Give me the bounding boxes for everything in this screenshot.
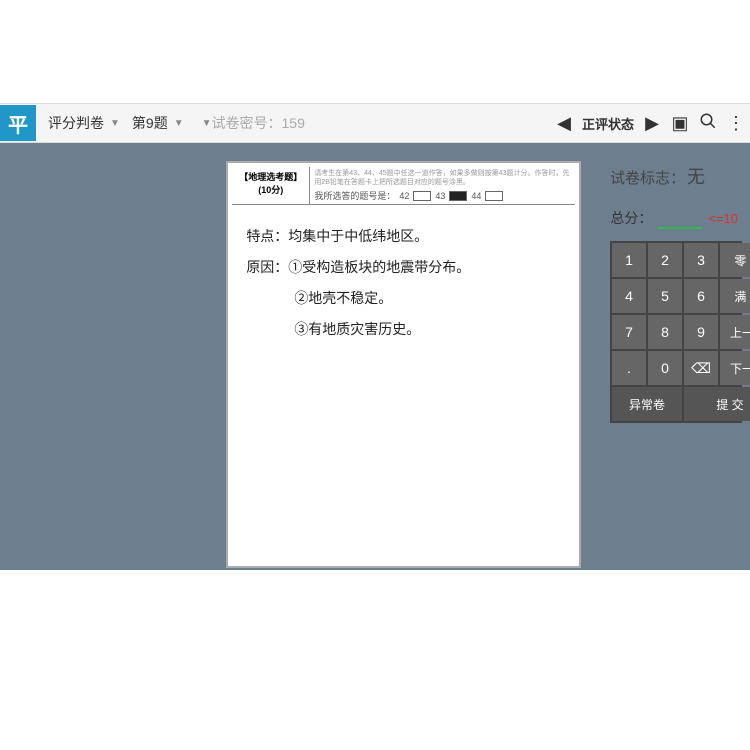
question-instructions: 请考生在第43、44、45题中任选一道作答，如果多做则按第43题计分。作答时，先… (314, 169, 571, 187)
bottom-whitespace (0, 570, 750, 750)
app-logo: 平 (0, 105, 36, 141)
key-backspace[interactable]: ⌫ (684, 351, 718, 385)
question-menu[interactable]: 第9题 ▼ (126, 113, 190, 133)
mark-value: 无 (687, 163, 705, 189)
key-5[interactable]: 5 (648, 279, 682, 313)
export-icon[interactable]: ▣ (666, 113, 694, 134)
key-3[interactable]: 3 (684, 243, 718, 277)
key-next[interactable]: 下一题 (720, 351, 750, 385)
work-area: 【地理选考题】 (10分) 请考生在第43、44、45题中任选一道作答，如果多做… (0, 143, 750, 570)
hw-line-2: 原因：①受构造板块的地震带分布。 (246, 254, 565, 285)
key-zero-score[interactable]: 零 分 (720, 243, 750, 277)
chevron-down-icon: ▼ (110, 118, 120, 129)
key-9[interactable]: 9 (684, 315, 718, 349)
score-input[interactable] (658, 207, 702, 229)
scoring-panel: 试卷标志： 无 总分： <=10 1 2 3 零 分 4 5 6 满 分 7 8… (596, 143, 750, 570)
chevron-down-icon: ▼ (202, 118, 212, 129)
key-2[interactable]: 2 (648, 243, 682, 277)
key-6[interactable]: 6 (684, 279, 718, 313)
toolbar: 平 评分判卷 ▼ 第9题 ▼ ▼ 试卷密号：159 ◀ 正评状态 ▶ ▣ ⋮ (0, 103, 750, 143)
score-keypad: 1 2 3 零 分 4 5 6 满 分 7 8 9 上一题 . 0 ⌫ 下一题 … (610, 241, 742, 423)
handwritten-answer: 特点：均集中于中低纬地区。 原因：①受构造板块的地震带分布。 ②地壳不稳定。 ③… (232, 205, 575, 356)
key-0[interactable]: 0 (648, 351, 682, 385)
key-prev[interactable]: 上一题 (720, 315, 750, 349)
app-label: 评分判卷 (48, 113, 104, 133)
answer-choice-label: 我所选答的题号是： (314, 189, 395, 202)
paper-viewport: 【地理选考题】 (10分) 请考生在第43、44、45题中任选一道作答，如果多做… (212, 143, 596, 570)
hw-line-3: ②地壳不稳定。 (246, 285, 565, 316)
key-1[interactable]: 1 (612, 243, 646, 277)
question-title: 【地理选考题】 (234, 171, 307, 184)
app-menu[interactable]: 评分判卷 ▼ (42, 113, 126, 133)
grading-status: 正评状态 (578, 114, 638, 133)
arrow-right-icon[interactable]: ▶ (638, 113, 666, 134)
score-max: <=10 (708, 211, 738, 226)
mark-label: 试卷标志： (610, 167, 685, 188)
opt-43: 43 (435, 191, 445, 201)
total-label: 总分： (610, 208, 652, 228)
key-7[interactable]: 7 (612, 315, 646, 349)
answer-sheet: 【地理选考题】 (10分) 请考生在第43、44、45题中任选一道作答，如果多做… (226, 161, 581, 568)
key-submit[interactable]: 提 交 (684, 387, 750, 421)
key-abnormal[interactable]: 异常卷 (612, 387, 682, 421)
key-4[interactable]: 4 (612, 279, 646, 313)
hw-line-1: 特点：均集中于中低纬地区。 (246, 223, 565, 254)
question-points: (10分) (234, 184, 307, 197)
chevron-down-icon: ▼ (174, 118, 184, 129)
top-whitespace (0, 0, 750, 103)
secret-menu[interactable]: ▼ 试卷密号：159 (190, 113, 311, 133)
key-dot[interactable]: . (612, 351, 646, 385)
arrow-left-icon[interactable]: ◀ (550, 113, 578, 134)
search-icon[interactable] (694, 112, 722, 135)
more-icon[interactable]: ⋮ (722, 113, 750, 134)
key-8[interactable]: 8 (648, 315, 682, 349)
opt-44: 44 (471, 191, 481, 201)
opt-42: 42 (399, 191, 409, 201)
key-full-score[interactable]: 满 分 (720, 279, 750, 313)
secret-label: 试卷密号：159 (212, 113, 305, 133)
question-label: 第9题 (132, 113, 168, 133)
hw-line-4: ③有地质灾害历史。 (246, 316, 565, 347)
